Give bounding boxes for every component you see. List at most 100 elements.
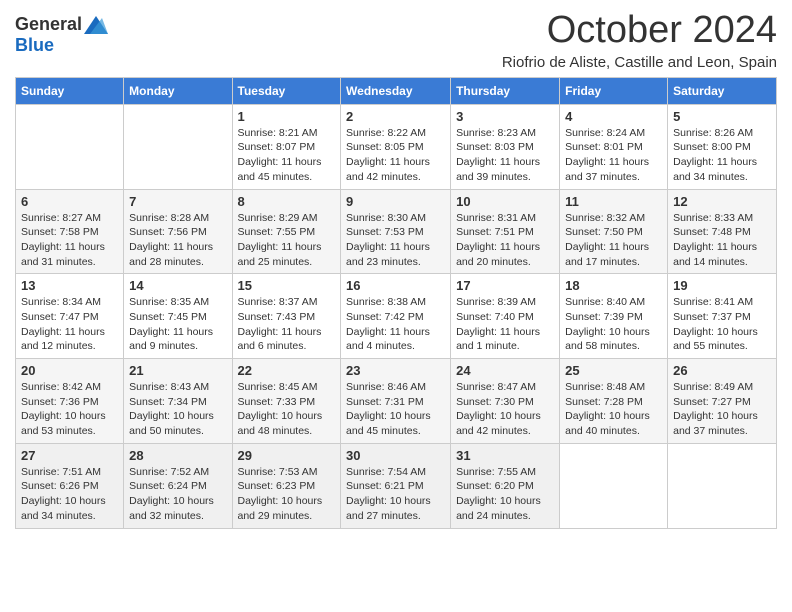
day-number: 11 [565, 194, 662, 209]
logo-blue-text: Blue [15, 35, 54, 56]
day-info: Sunrise: 8:43 AMSunset: 7:34 PMDaylight:… [129, 380, 226, 439]
day-number: 29 [238, 448, 336, 463]
day-info: Sunrise: 8:48 AMSunset: 7:28 PMDaylight:… [565, 380, 662, 439]
page: General Blue October 2024 Riofrio de Ali… [0, 0, 792, 612]
table-row: 22 Sunrise: 8:45 AMSunset: 7:33 PMDayligh… [232, 359, 341, 444]
day-info: Sunrise: 8:29 AMSunset: 7:55 PMDaylight:… [238, 211, 336, 270]
table-row [668, 443, 777, 528]
day-number: 24 [456, 363, 554, 378]
header: General Blue October 2024 Riofrio de Ali… [15, 10, 777, 71]
table-row: 18Sunrise: 8:40 AMSunset: 7:39 PMDayligh… [560, 274, 668, 359]
table-row: 2Sunrise: 8:22 AMSunset: 8:05 PMDaylight… [341, 104, 451, 189]
day-number: 6 [21, 194, 118, 209]
day-info: Sunrise: 8:28 AMSunset: 7:56 PMDaylight:… [129, 211, 226, 270]
calendar-week-row: 27Sunrise: 7:51 AMSunset: 6:26 PMDayligh… [16, 443, 777, 528]
day-info: Sunrise: 8:35 AMSunset: 7:45 PMDaylight:… [129, 295, 226, 354]
logo: General Blue [15, 14, 108, 56]
day-number: 14 [129, 278, 226, 293]
table-row: 28 Sunrise: 7:52 AMSunset: 6:24 PMDayligh… [124, 443, 232, 528]
day-info: Sunrise: 8:49 AMSunset: 7:27 PMDaylight:… [673, 380, 771, 439]
table-row: 13 Sunrise: 8:34 AMSunset: 7:47 PMDayligh… [16, 274, 124, 359]
col-wednesday: Wednesday [341, 77, 451, 104]
day-number: 9 [346, 194, 445, 209]
table-row: 31 Sunrise: 7:55 AMSunset: 6:20 PMDayligh… [451, 443, 560, 528]
month-title: October 2024 [502, 10, 777, 52]
table-row: 20 Sunrise: 8:42 AMSunset: 7:36 PMDayligh… [16, 359, 124, 444]
day-number: 3 [456, 109, 554, 124]
table-row: 9 Sunrise: 8:30 AMSunset: 7:53 PMDaylight… [341, 189, 451, 274]
logo-general-text: General [15, 14, 82, 35]
day-number: 17 [456, 278, 554, 293]
day-info: Sunrise: 8:30 AMSunset: 7:53 PMDaylight:… [346, 211, 445, 270]
table-row: 4 Sunrise: 8:24 AMSunset: 8:01 PMDaylight… [560, 104, 668, 189]
col-saturday: Saturday [668, 77, 777, 104]
table-row: 19 Sunrise: 8:41 AMSunset: 7:37 PMDayligh… [668, 274, 777, 359]
day-number: 28 [129, 448, 226, 463]
day-info: Sunrise: 8:32 AMSunset: 7:50 PMDaylight:… [565, 211, 662, 270]
table-row [560, 443, 668, 528]
table-row: 15Sunrise: 8:37 AMSunset: 7:43 PMDayligh… [232, 274, 341, 359]
day-info: Sunrise: 8:42 AMSunset: 7:36 PMDaylight:… [21, 380, 118, 439]
day-info: Sunrise: 7:51 AMSunset: 6:26 PMDaylight:… [21, 465, 118, 524]
table-row: 14 Sunrise: 8:35 AMSunset: 7:45 PMDayligh… [124, 274, 232, 359]
day-number: 19 [673, 278, 771, 293]
day-number: 20 [21, 363, 118, 378]
day-number: 21 [129, 363, 226, 378]
day-number: 25 [565, 363, 662, 378]
col-sunday: Sunday [16, 77, 124, 104]
day-number: 2 [346, 109, 445, 124]
day-number: 1 [238, 109, 336, 124]
day-number: 31 [456, 448, 554, 463]
col-tuesday: Tuesday [232, 77, 341, 104]
table-row: 21 Sunrise: 8:43 AMSunset: 7:34 PMDayligh… [124, 359, 232, 444]
day-info: Sunrise: 8:41 AMSunset: 7:37 PMDaylight:… [673, 295, 771, 354]
day-info: Sunrise: 7:53 AMSunset: 6:23 PMDaylight:… [238, 465, 336, 524]
day-number: 7 [129, 194, 226, 209]
day-info: Sunrise: 8:46 AMSunset: 7:31 PMDaylight:… [346, 380, 445, 439]
table-row: 3 Sunrise: 8:23 AMSunset: 8:03 PMDaylight… [451, 104, 560, 189]
table-row: 27Sunrise: 7:51 AMSunset: 6:26 PMDayligh… [16, 443, 124, 528]
calendar-week-row: 20 Sunrise: 8:42 AMSunset: 7:36 PMDayligh… [16, 359, 777, 444]
calendar-week-row: 6Sunrise: 8:27 AMSunset: 7:58 PMDaylight… [16, 189, 777, 274]
calendar-week-row: 13 Sunrise: 8:34 AMSunset: 7:47 PMDayligh… [16, 274, 777, 359]
table-row: 7 Sunrise: 8:28 AMSunset: 7:56 PMDaylight… [124, 189, 232, 274]
calendar-table: Sunday Monday Tuesday Wednesday Thursday… [15, 77, 777, 529]
day-number: 4 [565, 109, 662, 124]
table-row: 10 Sunrise: 8:31 AMSunset: 7:51 PMDayligh… [451, 189, 560, 274]
day-number: 30 [346, 448, 445, 463]
day-info: Sunrise: 8:37 AMSunset: 7:43 PMDaylight:… [238, 295, 336, 354]
day-info: Sunrise: 8:38 AMSunset: 7:42 PMDaylight:… [346, 295, 445, 354]
day-number: 23 [346, 363, 445, 378]
day-info: Sunrise: 8:34 AMSunset: 7:47 PMDaylight:… [21, 295, 118, 354]
table-row [16, 104, 124, 189]
table-row: 29 Sunrise: 7:53 AMSunset: 6:23 PMDayligh… [232, 443, 341, 528]
day-number: 12 [673, 194, 771, 209]
day-number: 10 [456, 194, 554, 209]
day-info: Sunrise: 7:54 AMSunset: 6:21 PMDaylight:… [346, 465, 445, 524]
table-row: 5Sunrise: 8:26 AMSunset: 8:00 PMDaylight… [668, 104, 777, 189]
day-number: 22 [238, 363, 336, 378]
table-row: 16Sunrise: 8:38 AMSunset: 7:42 PMDayligh… [341, 274, 451, 359]
day-info: Sunrise: 8:45 AMSunset: 7:33 PMDaylight:… [238, 380, 336, 439]
day-info: Sunrise: 8:21 AMSunset: 8:07 PMDaylight:… [238, 126, 336, 185]
table-row: 11 Sunrise: 8:32 AMSunset: 7:50 PMDayligh… [560, 189, 668, 274]
col-monday: Monday [124, 77, 232, 104]
day-number: 13 [21, 278, 118, 293]
day-info: Sunrise: 8:31 AMSunset: 7:51 PMDaylight:… [456, 211, 554, 270]
table-row: 17Sunrise: 8:39 AMSunset: 7:40 PMDayligh… [451, 274, 560, 359]
day-number: 8 [238, 194, 336, 209]
day-info: Sunrise: 7:55 AMSunset: 6:20 PMDaylight:… [456, 465, 554, 524]
calendar-week-row: 1 Sunrise: 8:21 AMSunset: 8:07 PMDaylight… [16, 104, 777, 189]
table-row: 12Sunrise: 8:33 AMSunset: 7:48 PMDayligh… [668, 189, 777, 274]
day-info: Sunrise: 8:23 AMSunset: 8:03 PMDaylight:… [456, 126, 554, 185]
calendar-header-row: Sunday Monday Tuesday Wednesday Thursday… [16, 77, 777, 104]
table-row: 1 Sunrise: 8:21 AMSunset: 8:07 PMDaylight… [232, 104, 341, 189]
logo-icon [84, 16, 108, 34]
day-info: Sunrise: 8:24 AMSunset: 8:01 PMDaylight:… [565, 126, 662, 185]
day-info: Sunrise: 7:52 AMSunset: 6:24 PMDaylight:… [129, 465, 226, 524]
day-number: 26 [673, 363, 771, 378]
table-row: 30 Sunrise: 7:54 AMSunset: 6:21 PMDayligh… [341, 443, 451, 528]
table-row: 6Sunrise: 8:27 AMSunset: 7:58 PMDaylight… [16, 189, 124, 274]
day-info: Sunrise: 8:47 AMSunset: 7:30 PMDaylight:… [456, 380, 554, 439]
table-row: 25 Sunrise: 8:48 AMSunset: 7:28 PMDayligh… [560, 359, 668, 444]
